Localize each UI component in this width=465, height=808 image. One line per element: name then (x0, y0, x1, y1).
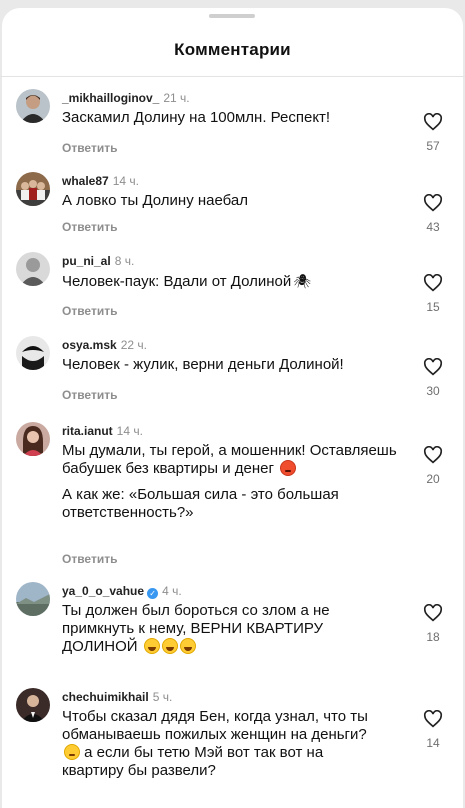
monochrome-avatar-icon (16, 336, 50, 370)
avatar[interactable] (16, 89, 50, 123)
heart-icon (423, 194, 443, 212)
like-count: 30 (426, 384, 440, 398)
like-button[interactable]: 30 (421, 358, 445, 398)
reply-button[interactable]: Ответить (62, 220, 117, 234)
comment-text-line: Мы думали, ты герой, а мошенник! Оставля… (62, 442, 397, 477)
like-button[interactable]: 20 (421, 446, 445, 486)
comment-text-line: Заскамил Долину на 100млн. Респект! (62, 109, 331, 126)
comment-meta: ya_0_o_vahue ✓ 4 ч. (62, 584, 182, 599)
comment-meta: pu_ni_al 8 ч. (62, 254, 134, 268)
heart-icon (423, 358, 443, 376)
like-button[interactable]: 57 (421, 113, 445, 153)
angry-face-icon (280, 460, 297, 476)
like-button[interactable]: 18 (421, 604, 445, 644)
comment-time: 5 ч. (152, 690, 173, 704)
avatar[interactable] (16, 172, 50, 206)
man-avatar-icon (16, 89, 50, 123)
laughing-face-icon (143, 638, 160, 654)
like-count: 57 (426, 139, 440, 153)
like-button[interactable]: 15 (421, 274, 445, 314)
sheet-drag-handle[interactable] (209, 14, 255, 18)
sad-face-icon (64, 744, 80, 760)
reply-button[interactable]: Ответить (62, 304, 117, 318)
comment-text-line: Ты должен был бороться со злом а не прим… (62, 602, 330, 655)
landscape-avatar-icon (16, 582, 50, 616)
comment-text: Заскамил Долину на 100млн. Респект! (62, 109, 382, 127)
comment-username[interactable]: rita.ianut (62, 424, 113, 438)
comment-username[interactable]: ya_0_o_vahue (62, 584, 144, 598)
like-count: 20 (426, 472, 440, 486)
comment-time: 4 ч. (162, 584, 182, 598)
like-button[interactable]: 14 (421, 710, 445, 750)
comment-username[interactable]: whale87 (62, 174, 109, 188)
like-button[interactable]: 43 (421, 194, 445, 234)
page-title: Комментарии (174, 40, 291, 59)
like-count: 14 (426, 736, 440, 750)
like-count: 15 (426, 300, 440, 314)
woman-avatar-icon (16, 422, 50, 456)
reply-button[interactable]: Ответить (62, 552, 117, 566)
avatar[interactable] (16, 582, 50, 616)
comment-username[interactable]: _mikhailloginov_ (62, 91, 159, 105)
heart-icon (423, 113, 443, 131)
comment-text: Человек-паук: Вдали от Долиной 🕷 (62, 272, 382, 291)
comment-text: Человек - жулик, верни деньги Долиной! (62, 356, 382, 374)
like-count: 43 (426, 220, 440, 234)
comment-paragraph: Ты должен был бороться со злом а не прим… (62, 602, 382, 656)
avatar[interactable] (16, 252, 50, 286)
comment-text-line: Человек - жулик, верни деньги Долиной! (62, 356, 344, 373)
reply-button[interactable]: Ответить (62, 141, 117, 155)
avatar[interactable] (16, 422, 50, 456)
heart-icon (423, 446, 443, 464)
comment-time: 8 ч. (114, 254, 135, 268)
comment-text: А ловко ты Долину наебал (62, 192, 382, 210)
comment-username[interactable]: chechuimikhail (62, 690, 149, 704)
like-count: 18 (426, 630, 440, 644)
comment-meta: _mikhailloginov_ 21 ч. (62, 91, 190, 105)
group-avatar-icon (16, 172, 50, 206)
comment-meta: whale87 14 ч. (62, 174, 139, 188)
comment-username[interactable]: osya.msk (62, 338, 117, 352)
comment-text-line: Человек-паук: Вдали от Долиной (62, 273, 292, 290)
comment-paragraph: Чтобы сказал дядя Бен, когда узнал, что … (62, 708, 382, 780)
comment-time: 14 ч. (112, 174, 139, 188)
heart-icon (423, 604, 443, 622)
comment-text-line: А как же: «Большая сила - это большая от… (62, 486, 339, 521)
spider-icon: 🕷 (293, 273, 312, 289)
comment-text: Мы думали, ты герой, а мошенник! Оставля… (62, 442, 397, 522)
comment-text-line: А ловко ты Долину наебал (62, 192, 249, 209)
comment-text: Чтобы сказал дядя Бен, когда узнал, что … (62, 708, 382, 780)
verified-badge-icon: ✓ (147, 588, 159, 599)
portrait-avatar-icon (16, 252, 50, 286)
comment-text-line: Чтобы сказал дядя Бен, когда узнал, что … (62, 708, 368, 743)
avatar[interactable] (16, 688, 50, 722)
heart-icon (423, 710, 443, 728)
laughing-face-icon (179, 638, 196, 654)
avatar[interactable] (16, 336, 50, 370)
header-divider (0, 76, 465, 77)
comment-time: 14 ч. (116, 424, 143, 438)
comment-time: 21 ч. (163, 91, 190, 105)
comment-username[interactable]: pu_ni_al (62, 254, 111, 268)
comment-text: Ты должен был бороться со злом а не прим… (62, 602, 382, 656)
comment-meta: rita.ianut 14 ч. (62, 424, 143, 438)
reply-button[interactable]: Ответить (62, 388, 117, 402)
comment-text-line: а если бы тетю Мэй вот так вот на кварти… (62, 744, 324, 779)
comment-time: 22 ч. (120, 338, 147, 352)
comments-sheet (2, 8, 463, 808)
comment-paragraph: Мы думали, ты герой, а мошенник! Оставля… (62, 442, 397, 478)
heart-icon (423, 274, 443, 292)
comment-meta: osya.msk 22 ч. (62, 338, 147, 352)
comment-meta: chechuimikhail 5 ч. (62, 690, 172, 704)
laughing-face-icon (161, 638, 178, 654)
suit-avatar-icon (16, 688, 50, 722)
